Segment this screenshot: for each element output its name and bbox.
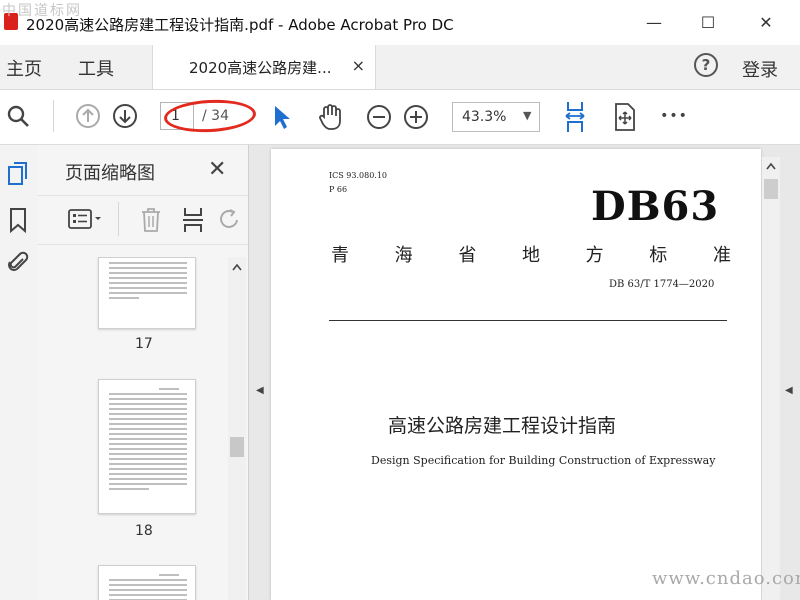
rotate-icon[interactable] [218, 206, 240, 234]
delete-icon[interactable] [138, 206, 164, 234]
thumbnail-page-17[interactable] [98, 257, 196, 329]
document-tab[interactable]: 2020高速公路房建... × [152, 45, 376, 89]
scrollbar-thumb[interactable] [764, 179, 778, 199]
help-icon[interactable]: ? [694, 53, 718, 77]
thumbnail-panel: 页面缩略图 ✕ 17 18 [38, 145, 249, 600]
zoom-out-icon[interactable] [365, 103, 393, 131]
thumbnail-scrollbar[interactable] [228, 257, 246, 600]
document-title-cn: 高速公路房建工程设计指南 [388, 415, 617, 437]
thumbnail-options-icon[interactable] [68, 206, 104, 232]
heading-char: 方 [585, 245, 604, 266]
minimize-icon: — [646, 12, 662, 32]
p-number: P 66 [329, 185, 348, 194]
tab-close-icon[interactable]: × [352, 56, 365, 75]
maximize-icon: ☐ [700, 12, 716, 32]
nav-home[interactable]: 主页 [6, 55, 42, 81]
collapse-right-icon[interactable]: ◀ [785, 385, 793, 396]
heading-char: 准 [712, 245, 731, 266]
maximize-button[interactable]: ☐ [694, 8, 722, 36]
thumbnail-label: 18 [135, 523, 153, 539]
zoom-value: 43.3% [462, 109, 507, 125]
page-thumbnails-icon[interactable] [6, 161, 30, 187]
navigation-rail [0, 145, 39, 600]
close-icon: ✕ [759, 12, 773, 32]
panel-title: 页面缩略图 [65, 163, 155, 184]
zoom-in-icon[interactable] [402, 103, 430, 131]
select-cursor-icon[interactable] [270, 102, 294, 132]
thumbnail-page-19[interactable] [98, 565, 196, 600]
scroll-up-icon[interactable] [766, 162, 776, 170]
bookmark-icon[interactable] [6, 207, 30, 233]
standard-number: DB 63/T 1774—2020 [609, 279, 715, 290]
close-window-button[interactable]: ✕ [752, 8, 780, 36]
thumbnail-page-18[interactable] [98, 379, 196, 514]
close-icon[interactable]: ✕ [208, 157, 226, 182]
tab-bar: 主页 工具 [0, 45, 800, 90]
chevron-down-icon: ▼ [523, 109, 532, 122]
search-icon[interactable] [4, 102, 32, 130]
panel-toolbar [38, 195, 248, 245]
more-icon[interactable]: ••• [658, 104, 690, 128]
collapse-left-icon[interactable]: ◀ [256, 385, 264, 396]
next-page-icon[interactable] [111, 102, 139, 130]
attachment-icon[interactable] [6, 249, 30, 275]
main-toolbar: 1 / 34 43.3% ▼ ••• [0, 90, 800, 145]
document-tab-label: 2020高速公路房建... [189, 59, 332, 77]
minimize-button[interactable]: — [640, 8, 668, 36]
heading-char: 地 [521, 245, 540, 266]
db-code: DB63 [591, 183, 720, 230]
extract-pages-icon[interactable] [180, 206, 206, 234]
heading-char: 青 [331, 245, 349, 266]
nav-tools[interactable]: 工具 [78, 55, 114, 81]
pdf-page: ICS 93.080.10 P 66 DB63 青 海 省 地 方 标 准 DB… [271, 149, 761, 600]
toolbar-divider [53, 100, 54, 132]
login-button[interactable]: 登录 [742, 56, 778, 82]
fit-width-icon[interactable] [560, 98, 590, 136]
hand-tool-icon[interactable] [314, 102, 346, 132]
document-scrollbar[interactable] [762, 157, 780, 600]
window-title: 2020高速公路房建工程设计指南.pdf - Adobe Acrobat Pro… [26, 16, 454, 34]
ics-code: ICS 93.080.10 [329, 171, 388, 180]
bottom-watermark: www.cndao.com [652, 568, 800, 589]
heading-char: 标 [649, 245, 668, 266]
province-standard-heading: 青 海 省 地 方 标 准 [331, 241, 731, 267]
title-bar: 中国道标网 2020高速公路房建工程设计指南.pdf - Adobe Acrob… [0, 0, 800, 45]
prev-page-icon[interactable] [74, 102, 102, 130]
fit-page-icon[interactable] [610, 100, 640, 134]
horizontal-rule [329, 320, 727, 321]
scroll-up-icon[interactable] [232, 263, 242, 271]
heading-char: 海 [394, 245, 413, 266]
thumbnail-label: 17 [135, 336, 153, 352]
panel-divider [118, 202, 119, 236]
document-title-en: Design Specification for Building Constr… [371, 454, 716, 467]
thumbnail-list: 17 18 [38, 257, 228, 600]
scrollbar-thumb[interactable] [230, 437, 244, 457]
zoom-dropdown[interactable]: 43.3% ▼ [452, 102, 540, 132]
heading-char: 省 [458, 245, 477, 266]
